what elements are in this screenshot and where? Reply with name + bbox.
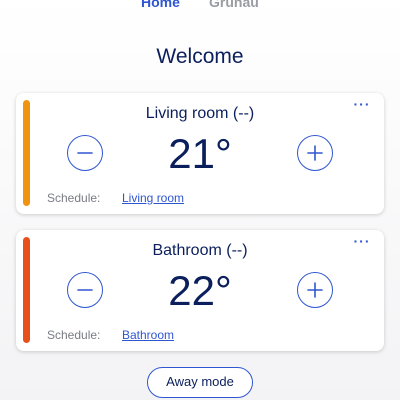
more-options-icon[interactable]: ··· <box>352 234 372 250</box>
app-screen: Home Grunau Welcome Living room (--) ···… <box>0 0 400 400</box>
schedule-link[interactable]: Living room <box>122 190 184 206</box>
schedule-label: Schedule: <box>47 191 101 205</box>
schedule-label: Schedule: <box>47 328 101 342</box>
room-title: Bathroom (--) <box>152 242 248 259</box>
room-card-living-room: Living room (--) ··· 21° Schedule: Livin… <box>16 93 384 214</box>
more-options-icon[interactable]: ··· <box>352 97 372 113</box>
schedule-link[interactable]: Bathroom <box>122 327 174 343</box>
room-title: Living room (--) <box>145 105 255 122</box>
increase-temperature-button[interactable] <box>297 272 333 308</box>
increase-temperature-button[interactable] <box>297 135 333 171</box>
tab-bar: Home Grunau <box>0 0 400 12</box>
away-mode-button[interactable]: Away mode <box>147 367 253 398</box>
tab-grunau[interactable]: Grunau <box>209 0 259 12</box>
room-card-bathroom: Bathroom (--) ··· 22° Schedule: Bathroom <box>16 230 384 351</box>
plus-icon <box>307 282 323 298</box>
tab-home[interactable]: Home <box>141 0 180 12</box>
plus-icon <box>307 145 323 161</box>
page-title: Welcome <box>156 45 244 68</box>
